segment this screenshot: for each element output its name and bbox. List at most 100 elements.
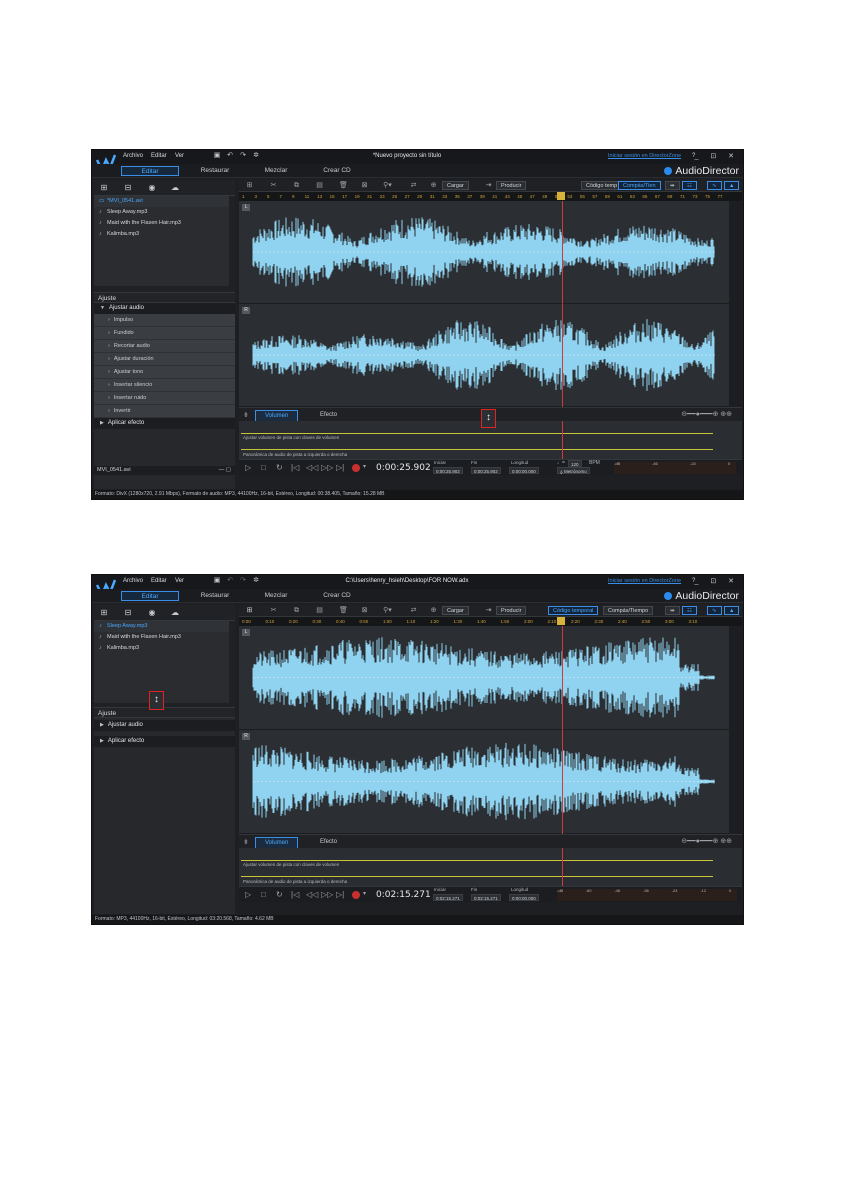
- adjust-item[interactable]: › Insertar silencio: [94, 379, 235, 392]
- track-right[interactable]: R: [239, 304, 729, 407]
- list-item[interactable]: ♪ Sleep Away.mp3: [94, 621, 235, 632]
- adjust-item[interactable]: › Invertir: [94, 405, 235, 418]
- snap-icon[interactable]: ⇹: [665, 181, 680, 190]
- end-field[interactable]: 0:02:15.271: [471, 894, 501, 901]
- rewind-icon[interactable]: ◁◁: [306, 890, 318, 899]
- volume-envelope[interactable]: [241, 433, 713, 434]
- save-icon[interactable]: ▣: [213, 577, 221, 585]
- fast-forward-icon[interactable]: ▷▷: [321, 463, 333, 472]
- producir-button[interactable]: Producir: [496, 181, 527, 190]
- menu-editar[interactable]: Editar: [151, 578, 167, 584]
- volume-envelope[interactable]: [241, 860, 713, 861]
- adjust-item[interactable]: › Impulso: [94, 314, 235, 327]
- window-controls[interactable]: _ ⊡ ✕: [694, 152, 739, 160]
- adjust-item[interactable]: › Recortar audio: [94, 340, 235, 353]
- record-dropdown-icon[interactable]: ▾: [363, 463, 366, 472]
- end-field[interactable]: 0:00:25.902: [471, 467, 501, 474]
- scrollbar[interactable]: [229, 621, 235, 703]
- track-left[interactable]: L: [239, 626, 729, 730]
- import-video-icon[interactable]: ⊟: [123, 183, 133, 192]
- measure-toggle[interactable]: Compás/Tiempo: [603, 606, 654, 615]
- zoom-control[interactable]: ⊖━━●━━━⊕ ⊕⊕: [681, 410, 732, 418]
- length-field[interactable]: 0:00:00.000: [509, 894, 539, 901]
- mix-icon[interactable]: ⇄: [409, 182, 418, 190]
- cut-icon[interactable]: ✂: [269, 182, 278, 190]
- undo-icon[interactable]: ↶: [226, 152, 234, 160]
- cut-icon[interactable]: ✂: [269, 607, 278, 615]
- play-icon[interactable]: ▷: [245, 890, 251, 899]
- pan-envelope[interactable]: [241, 876, 713, 877]
- file-tab[interactable]: MVI_0541.avi — ▢: [94, 466, 235, 475]
- marker-icon[interactable]: ⚲▾: [383, 182, 392, 190]
- aplicar-efecto-group[interactable]: ▶ Aplicar efecto: [94, 418, 235, 429]
- aplicar-efecto-group[interactable]: ▶ Aplicar efecto: [94, 736, 235, 747]
- go-to-start-icon[interactable]: |◁: [291, 890, 299, 899]
- adjust-item[interactable]: › Ajustar tono: [94, 366, 235, 379]
- tab-restaurar[interactable]: Restaurar: [195, 591, 235, 601]
- undo-icon[interactable]: ↶: [226, 577, 234, 585]
- record-icon[interactable]: [352, 464, 360, 472]
- list-item[interactable]: ▭ *MVI_0541.avi: [94, 196, 235, 207]
- go-to-end-icon[interactable]: ▷|: [336, 463, 344, 472]
- pan-envelope[interactable]: [241, 449, 713, 450]
- redo-icon[interactable]: ↷: [239, 152, 247, 160]
- cloud-icon[interactable]: ☁: [170, 183, 180, 192]
- import-cd-icon[interactable]: ◉: [147, 183, 157, 192]
- trim-icon[interactable]: ⊠: [360, 607, 369, 615]
- produce-icon[interactable]: ⇥: [484, 182, 493, 190]
- metronome-button[interactable]: ⍙ Metrónomo: [557, 467, 590, 474]
- tab-efecto[interactable]: Efecto: [311, 837, 346, 848]
- paste-icon[interactable]: ▤: [315, 607, 324, 615]
- ajustar-audio-group[interactable]: ▶ Ajustar audio: [94, 720, 235, 731]
- list-item[interactable]: ♪ Sleep Away.mp3: [94, 207, 235, 218]
- tab-editar[interactable]: Editar: [121, 166, 179, 176]
- mix-icon[interactable]: ⇄: [409, 607, 418, 615]
- tab-crear-cd[interactable]: Crear CD: [320, 591, 354, 601]
- play-icon[interactable]: ▷: [245, 463, 251, 472]
- record-icon[interactable]: [352, 891, 360, 899]
- import-folder-icon[interactable]: ⊞: [99, 608, 109, 617]
- rewind-icon[interactable]: ◁◁: [306, 463, 318, 472]
- waveform-view-icon[interactable]: ∿: [707, 606, 722, 615]
- resize-handle-highlight[interactable]: ↕: [481, 409, 496, 428]
- import-video-icon[interactable]: ⊟: [123, 608, 133, 617]
- list-item[interactable]: ♪ Maid with the Flaxen Hair.mp3: [94, 218, 235, 229]
- cloud-icon[interactable]: ☁: [170, 608, 180, 617]
- cargar-button[interactable]: Cargar: [442, 181, 469, 190]
- tab-restaurar[interactable]: Restaurar: [195, 166, 235, 176]
- start-field[interactable]: 0:02:15.271: [433, 894, 463, 901]
- tab-crear-cd[interactable]: Crear CD: [320, 166, 354, 176]
- resize-handle-highlight[interactable]: ↕: [149, 691, 164, 710]
- playhead-marker[interactable]: [557, 617, 565, 625]
- scrollbar[interactable]: [229, 196, 235, 286]
- timecode-toggle[interactable]: Código temporal: [548, 606, 599, 615]
- menu-archivo[interactable]: Archivo: [123, 578, 143, 584]
- menu-archivo[interactable]: Archivo: [123, 153, 143, 159]
- tab-volumen[interactable]: Volumen: [255, 837, 299, 848]
- timeline-ruler[interactable]: 0:00 0:10 0:20 0:30 0:40 0:50 1:00 1:10 1:20 1:30…: [239, 617, 742, 626]
- producir-button[interactable]: Producir: [496, 606, 527, 615]
- list-item[interactable]: ♪ Kalimba.mp3: [94, 229, 235, 240]
- delete-icon[interactable]: 🗑: [339, 182, 348, 190]
- bpm-field[interactable]: 120: [568, 460, 582, 467]
- measure-toggle[interactable]: Compás/Tien: [618, 181, 661, 190]
- tab-mezclar[interactable]: Mezclar: [259, 591, 293, 601]
- minimize-icon[interactable]: — ▢: [219, 466, 231, 475]
- loop-icon[interactable]: ↻: [276, 463, 283, 472]
- import-cd-icon[interactable]: ◉: [147, 608, 157, 617]
- list-item[interactable]: ♪ Kalimba.mp3: [94, 643, 235, 654]
- marker-icon[interactable]: ⚲▾: [383, 607, 392, 615]
- timecode-toggle[interactable]: Código temp: [581, 181, 623, 190]
- timeline-ruler[interactable]: 1 3 5 7 9 11 13 15 17 19 21 23 25 27 29 31 33 35 37 39 41 43 4…: [239, 192, 742, 201]
- adjust-item[interactable]: › Fundido: [94, 327, 235, 340]
- stop-icon[interactable]: □: [261, 890, 266, 899]
- adjust-item[interactable]: › Insertar ruido: [94, 392, 235, 405]
- grid-icon[interactable]: ☷: [682, 606, 697, 615]
- ajustar-audio-group[interactable]: ▼ Ajustar audio: [94, 303, 235, 314]
- delete-icon[interactable]: 🗑: [339, 607, 348, 615]
- track-left[interactable]: L: [239, 201, 729, 304]
- menu-ver[interactable]: Ver: [175, 578, 184, 584]
- list-item[interactable]: ♪ Maid with the Flaxen Hair.mp3: [94, 632, 235, 643]
- produce-icon[interactable]: ⇥: [484, 607, 493, 615]
- signin-link[interactable]: Iniciar sesión en DirectorZone: [608, 153, 681, 159]
